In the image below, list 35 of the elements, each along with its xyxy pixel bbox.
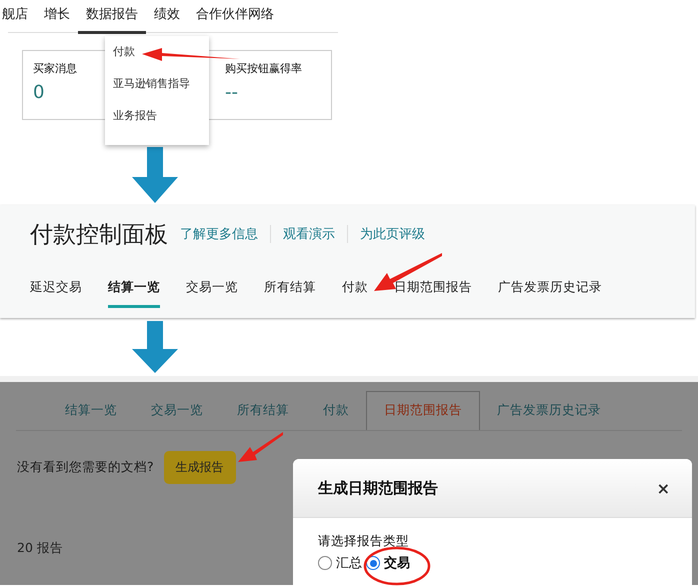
report-count: 20 报告 xyxy=(17,540,63,557)
tab[interactable]: 交易一览 xyxy=(186,279,238,305)
nav-tab[interactable]: 舰店 xyxy=(0,0,36,31)
tab[interactable]: 所有结算 xyxy=(264,279,316,305)
radio-label: 汇总 xyxy=(336,555,362,572)
metric-label: 购买按钮赢得率 xyxy=(225,61,303,76)
tab[interactable]: 结算一览 xyxy=(108,279,160,308)
tab[interactable]: 日期范围报告 xyxy=(394,279,472,305)
down-arrow-icon xyxy=(132,321,178,373)
tab[interactable]: 广告发票历史记录 xyxy=(498,279,602,305)
pointer-arrow xyxy=(237,430,283,464)
nav-tab[interactable]: 绩效 xyxy=(146,0,188,31)
close-button[interactable]: × xyxy=(654,478,672,498)
help-link[interactable]: 观看演示 xyxy=(281,225,337,243)
down-arrow-icon xyxy=(132,147,178,203)
metric-label: 买家消息 xyxy=(33,61,78,76)
prompt-text: 没有看到您需要的文档? xyxy=(17,459,154,476)
tab[interactable]: 延迟交易 xyxy=(30,279,82,305)
radio-button[interactable] xyxy=(318,556,332,570)
field-label: 请选择报告类型 xyxy=(318,533,409,548)
menu-item[interactable]: 亚马逊销售指导 xyxy=(105,76,198,108)
dialog-title: 生成日期范围报告 xyxy=(318,478,438,498)
generate-report-button[interactable]: 生成报告 xyxy=(164,451,236,484)
metric-value: -- xyxy=(225,82,238,103)
radio-label: 交易 xyxy=(384,554,410,572)
nav-tab[interactable]: 增长 xyxy=(36,0,78,31)
help-link[interactable]: 了解更多信息 xyxy=(178,225,260,243)
metric-value: 0 xyxy=(33,82,44,103)
highlight-ellipse xyxy=(363,546,431,586)
page-title: 付款控制面板 xyxy=(30,220,168,250)
menu-item[interactable]: 付款 xyxy=(105,44,143,76)
menu-item[interactable]: 业务报告 xyxy=(105,108,165,140)
nav-tab[interactable]: 合作伙伴网络 xyxy=(188,0,282,31)
tab[interactable]: 付款 xyxy=(342,279,368,305)
help-link[interactable]: 为此页评级 xyxy=(358,225,427,243)
